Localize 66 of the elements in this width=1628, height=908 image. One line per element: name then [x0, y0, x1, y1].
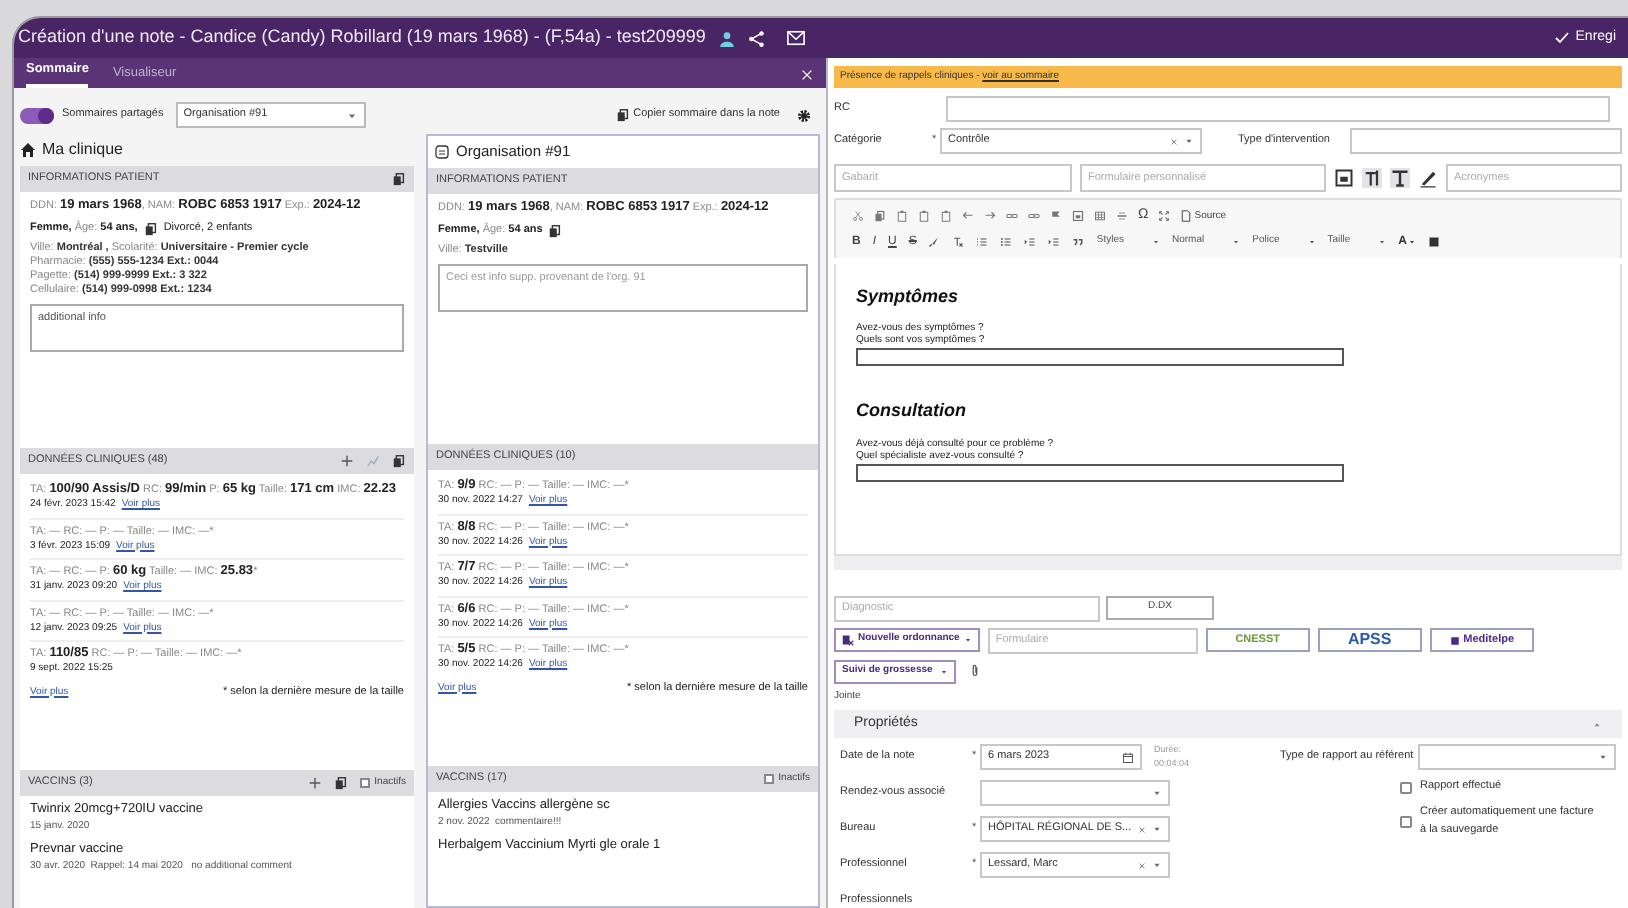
link-icon[interactable]	[1006, 210, 1018, 223]
logo-button[interactable]: APSS	[1317, 628, 1422, 652]
share-icon[interactable]	[747, 29, 766, 47]
bullet-list-icon[interactable]	[1000, 236, 1013, 248]
caret-icon	[1184, 136, 1194, 146]
text-icon[interactable]	[1390, 168, 1410, 188]
unlink-icon[interactable]	[1028, 210, 1040, 223]
caret-icon	[1152, 238, 1160, 246]
copy-icon[interactable]	[548, 223, 563, 238]
redo-icon[interactable]	[984, 210, 996, 223]
chevron-icon	[1592, 719, 1602, 729]
brush-icon[interactable]	[928, 236, 941, 248]
clear-icon[interactable]	[1138, 825, 1146, 833]
close-icon[interactable]	[800, 68, 814, 82]
toggle-switch[interactable]	[20, 107, 54, 123]
window-title: Création d'une note - Candice (Candy) Robillard (19 mars 1968) - (F,54a) - test209999	[18, 24, 706, 51]
rc-field[interactable]	[946, 96, 1610, 122]
plus-icon[interactable]	[340, 454, 354, 468]
answer-field[interactable]	[856, 348, 1344, 366]
document-icon	[1180, 210, 1193, 223]
pen-icon[interactable]	[1418, 168, 1438, 188]
clear-icon[interactable]	[1138, 861, 1146, 869]
copy-icon	[615, 108, 630, 122]
document-heading: Symptômes	[856, 283, 961, 310]
answer-field[interactable]	[856, 463, 1344, 481]
image-icon[interactable]	[1334, 168, 1354, 188]
copy-icon[interactable]	[392, 172, 406, 186]
copy-icon[interactable]	[334, 776, 349, 790]
section-title: Ma clinique	[42, 138, 123, 162]
cut-icon[interactable]	[852, 210, 864, 223]
caret-icon	[1152, 788, 1162, 798]
outdent-icon[interactable]	[1024, 236, 1037, 248]
check-icon	[1553, 30, 1570, 46]
quote-icon[interactable]	[1072, 236, 1085, 248]
logo-icon	[1449, 635, 1460, 645]
caret-icon	[345, 109, 358, 121]
horizontal-line-icon[interactable]	[1116, 210, 1128, 223]
prescription-icon	[842, 634, 854, 646]
settings-icon[interactable]	[796, 107, 812, 123]
paste-word-icon[interactable]	[940, 210, 952, 223]
document-heading: Consultation	[856, 398, 968, 424]
clear-format-icon[interactable]	[952, 236, 965, 248]
paste-text-icon[interactable]	[918, 210, 930, 223]
mail-icon[interactable]	[785, 28, 806, 48]
undo-icon[interactable]	[962, 210, 974, 223]
caret-icon	[1407, 238, 1415, 246]
table-icon[interactable]	[1094, 210, 1106, 223]
calendar-icon[interactable]	[1122, 751, 1134, 763]
home-icon	[20, 142, 36, 158]
copy-icon[interactable]	[143, 221, 158, 236]
fullscreen-icon[interactable]	[1158, 210, 1171, 223]
paperclip-icon[interactable]	[968, 664, 983, 678]
person-icon[interactable]	[717, 29, 736, 47]
caret-icon	[1152, 860, 1162, 870]
indent-icon[interactable]	[1048, 236, 1061, 248]
clear-icon[interactable]	[1170, 137, 1178, 145]
organisation-icon	[434, 144, 450, 160]
background-color-icon[interactable]	[1427, 236, 1439, 248]
text-frame-icon[interactable]	[1362, 168, 1382, 188]
copy-icon[interactable]	[392, 454, 406, 468]
flag-icon[interactable]	[1050, 210, 1062, 223]
paste-icon[interactable]	[896, 210, 908, 223]
caret-icon	[1152, 824, 1162, 834]
caret-icon	[1598, 752, 1608, 762]
plus-icon[interactable]	[308, 776, 323, 790]
numbered-list-icon[interactable]	[976, 236, 989, 248]
